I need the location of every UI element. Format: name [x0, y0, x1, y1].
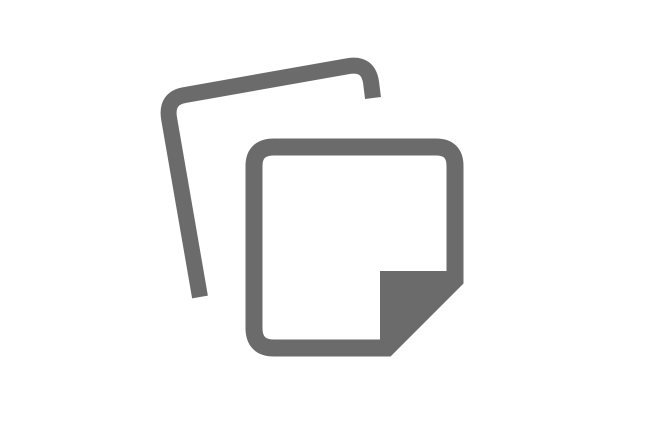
icon-canvas [0, 0, 645, 430]
back-note-outline [160, 57, 381, 299]
folded-corner [380, 271, 455, 352]
front-note-outline [245, 138, 464, 357]
sticky-notes-icon [160, 57, 464, 357]
